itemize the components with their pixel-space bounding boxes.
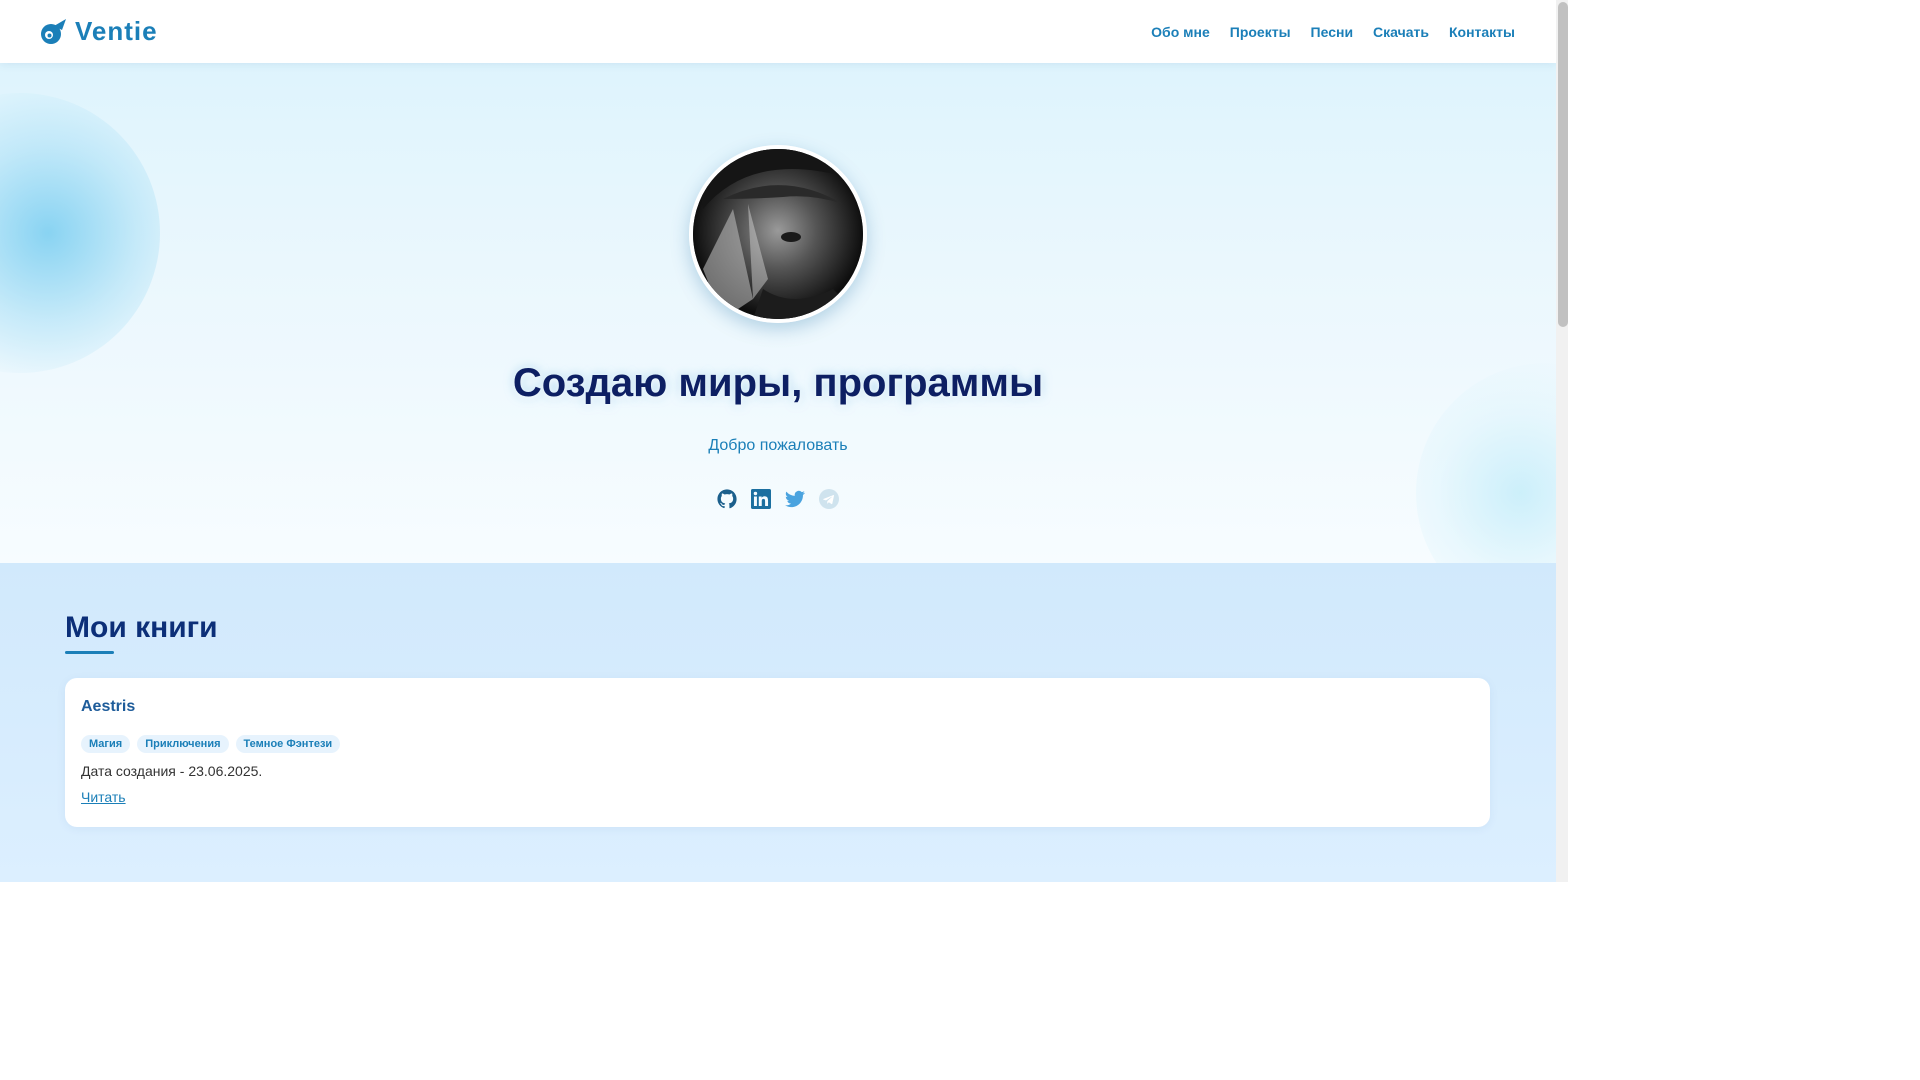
book-date: Дата создания - 23.06.2025. [81, 763, 263, 779]
book-tags: Магия Приключения Темное Фэнтези [81, 735, 1474, 753]
comet-icon [40, 18, 67, 45]
tag-badge: Темное Фэнтези [235, 735, 341, 753]
twitter-icon[interactable] [785, 489, 805, 509]
social-links [0, 489, 1556, 509]
nav-item-songs[interactable]: Песни [1311, 24, 1354, 40]
section-title: Мои книги [65, 611, 218, 644]
tag-badge: Магия [81, 735, 131, 753]
nav-item-about[interactable]: Обо мне [1151, 24, 1210, 40]
logo-link[interactable]: Ventie [40, 16, 158, 47]
hero-subtitle: Добро пожаловать [708, 437, 848, 454]
github-icon[interactable] [717, 489, 737, 509]
scrollbar-thumb[interactable] [1558, 2, 1568, 327]
nav-item-contacts[interactable]: Контакты [1449, 24, 1515, 40]
nav-item-projects[interactable]: Проекты [1230, 24, 1291, 40]
linkedin-icon[interactable] [751, 489, 771, 509]
site-header: Ventie Обо мне Проекты Песни Скачать Кон… [0, 0, 1556, 63]
books-section: Мои книги Aestris Магия Приключения Темн… [0, 563, 1556, 882]
telegram-icon[interactable] [819, 489, 839, 509]
page-viewport: Ventie Обо мне Проекты Песни Скачать Кон… [0, 0, 1556, 882]
tag-badge: Приключения [137, 735, 229, 753]
section-underline [65, 651, 114, 654]
main-nav: Обо мне Проекты Песни Скачать Контакты [1151, 24, 1515, 40]
scrollbar[interactable] [1556, 0, 1568, 882]
nav-item-download[interactable]: Скачать [1373, 24, 1429, 40]
book-title: Aestris [81, 698, 136, 715]
decorative-blob [0, 93, 160, 373]
read-link[interactable]: Читать [81, 789, 126, 805]
avatar [689, 145, 867, 323]
hero-section: Создаю миры, программы Добро пожаловать [0, 63, 1556, 563]
brand-name: Ventie [75, 16, 158, 46]
hero-title: Создаю миры, программы [512, 361, 1044, 405]
book-card: Aestris Магия Приключения Темное Фэнтези… [65, 678, 1490, 827]
